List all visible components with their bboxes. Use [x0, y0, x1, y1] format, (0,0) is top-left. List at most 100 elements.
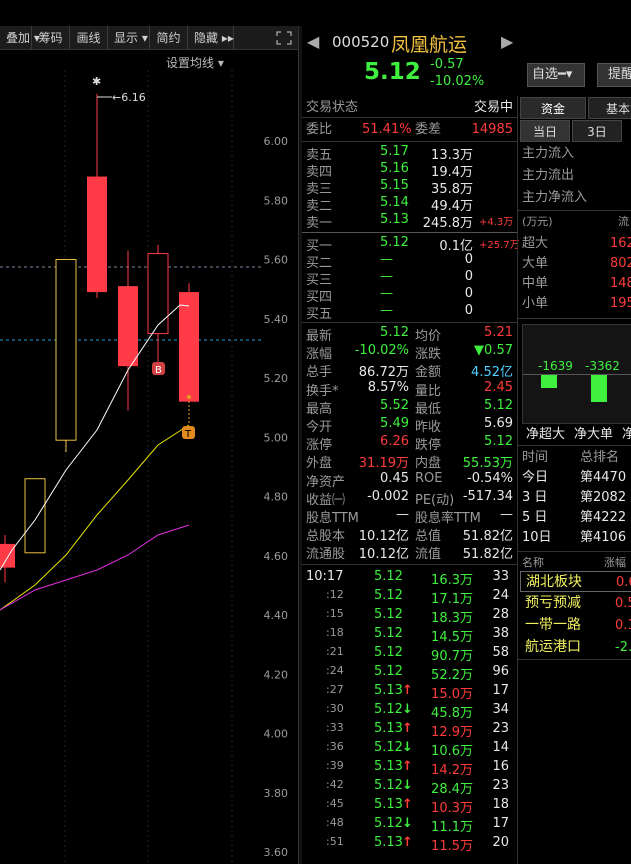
next-stock-button[interactable]: ▶	[501, 32, 513, 51]
y-tick-label: 4.20	[264, 668, 289, 681]
sector-header-change: 涨幅	[604, 556, 626, 569]
sector-header-name: 名称	[522, 556, 544, 569]
stat-value: 10.12亿	[358, 547, 409, 563]
toolbar-draw-button[interactable]: 画线	[70, 26, 108, 50]
stat-label: 涨停	[306, 438, 333, 454]
toolbar-hide-button[interactable]: 隐藏 ▸▸	[188, 26, 234, 50]
rank-period: 5 日	[522, 510, 548, 525]
y-tick-label: 6.00	[264, 135, 289, 148]
y-tick-label: 4.80	[264, 491, 289, 504]
y-tick-label: 5.40	[264, 313, 289, 326]
stat-label: PE(动)	[415, 492, 455, 508]
price-change: -0.57	[430, 57, 464, 72]
fund-panel: 资金 基本 当日 3日 主力流入 主力流出 主力净流入 (万元) 流超大 162 大单 802 中单 14…	[517, 96, 631, 864]
watchlist-button[interactable]: 自选━▾	[527, 63, 585, 87]
tick-volume: 14.2万	[431, 763, 473, 778]
book-price: 5.16	[380, 161, 409, 176]
tab-fund[interactable]: 资金	[520, 97, 586, 119]
stat-label: 量比	[415, 383, 442, 399]
tick-count: 17	[492, 683, 509, 698]
stat-label: 最新	[306, 329, 333, 344]
sector-row[interactable]: 一带一路 0.1	[520, 615, 631, 636]
stat-label: 均价	[415, 329, 442, 344]
stat-value: 5.21	[484, 325, 513, 340]
stat-value: 4.52亿	[471, 365, 513, 381]
stat-label: 净资产	[306, 474, 346, 490]
book-price: 5.17	[380, 144, 409, 159]
rank-period: 今日	[522, 470, 549, 485]
sep	[302, 117, 517, 118]
rank-value: 第4222	[580, 510, 627, 525]
stat-label: 流值	[415, 547, 442, 563]
stat-label: 跌停	[415, 438, 442, 454]
stat-label: 今开	[306, 420, 333, 435]
sep	[302, 232, 517, 233]
tick-down-arrow-icon: ↓	[402, 702, 413, 717]
y-tick-label: 3.60	[264, 846, 289, 859]
toolbar-simple-button[interactable]: 简约	[150, 26, 188, 50]
sector-name: 航运港口	[525, 639, 581, 655]
flow-label: 主力净流入	[522, 190, 588, 205]
fullscreen-button[interactable]	[270, 26, 298, 50]
book-volume: 0	[464, 303, 473, 318]
flow-row-value: 1953	[610, 296, 631, 311]
subtab-3day[interactable]: 3日	[572, 120, 622, 142]
tick-price: 5.12	[374, 588, 403, 603]
book-price: 5.14	[380, 195, 409, 210]
tick-time: :48	[326, 816, 344, 829]
prev-stock-button[interactable]: ◀	[307, 32, 319, 51]
sector-name: 一带一路	[525, 617, 581, 633]
sector-row[interactable]: 航运港口 -2.9	[520, 637, 631, 658]
candle-body	[24, 478, 46, 554]
y-tick-label: 5.20	[264, 372, 289, 385]
candle-body	[118, 286, 138, 367]
weibi-label: 委比	[306, 122, 333, 137]
tick-volume: 12.9万	[431, 725, 473, 740]
flow-row-label: 大单	[522, 256, 549, 271]
stat-value: 51.82亿	[462, 547, 513, 563]
book-change: +25.7万	[479, 240, 520, 251]
sector-change: 0.6	[616, 575, 631, 590]
tick-price: 5.12	[374, 626, 403, 641]
toolbar-display-button[interactable]: 显示 ▾	[108, 26, 150, 50]
stat-label: 股息TTM	[306, 511, 359, 526]
subtab-today[interactable]: 当日	[520, 120, 570, 142]
book-label: 买五	[306, 307, 333, 322]
stat-value: 51.82亿	[462, 529, 513, 545]
book-price: —	[380, 303, 393, 318]
stock-code: 000520	[332, 33, 390, 51]
kline-chart[interactable]: 6.00 5.80 5.60 5.40 5.20 5.00 4.80 4.60 4.40 4.20…	[0, 50, 297, 864]
sep	[518, 318, 631, 319]
book-label: 卖一	[306, 216, 333, 231]
stat-label: 最高	[306, 401, 333, 417]
stat-value: 5.49	[380, 416, 409, 431]
candle-body	[147, 253, 169, 335]
stat-value: -10.02%	[354, 343, 409, 359]
sector-row[interactable]: 湖北板块 0.6	[520, 571, 631, 592]
quote-panel: 交易状态 交易中 委比 51.41% 委差 14985 卖五 5.17 13.3万 卖四 5.16 1…	[302, 96, 520, 864]
toolbar-chips-button[interactable]: 筹码	[32, 26, 70, 50]
expand-icon	[276, 31, 292, 45]
stat-label: 股息率TTM	[415, 511, 481, 526]
tick-count: 20	[492, 835, 509, 850]
ma-settings-button[interactable]: 设置均线 ▾	[166, 54, 224, 71]
tab-basic[interactable]: 基本	[588, 97, 631, 119]
tick-price: 5.12	[374, 740, 403, 755]
tick-count: 96	[492, 664, 509, 679]
rank-header-total: 总排名	[580, 450, 620, 465]
stat-value: 10.12亿	[358, 529, 409, 545]
sep	[302, 564, 517, 565]
tick-time: :39	[326, 759, 344, 772]
alert-button[interactable]: 提醒	[597, 63, 631, 87]
tick-price: 5.12	[374, 569, 403, 584]
tick-volume: 90.7万	[431, 649, 473, 664]
sep	[518, 551, 631, 552]
sector-row[interactable]: 预亏预减 0.5	[520, 593, 631, 614]
book-price: 5.12	[380, 235, 409, 250]
tick-volume: 11.1万	[431, 820, 473, 835]
toolbar-overlay-button[interactable]: 叠加 ▾	[0, 26, 40, 50]
bar-zero-line	[523, 374, 631, 375]
flow-row-value: 1487	[610, 276, 631, 291]
book-price: 5.15	[380, 178, 409, 193]
watchlist-label: 自选	[532, 67, 559, 82]
